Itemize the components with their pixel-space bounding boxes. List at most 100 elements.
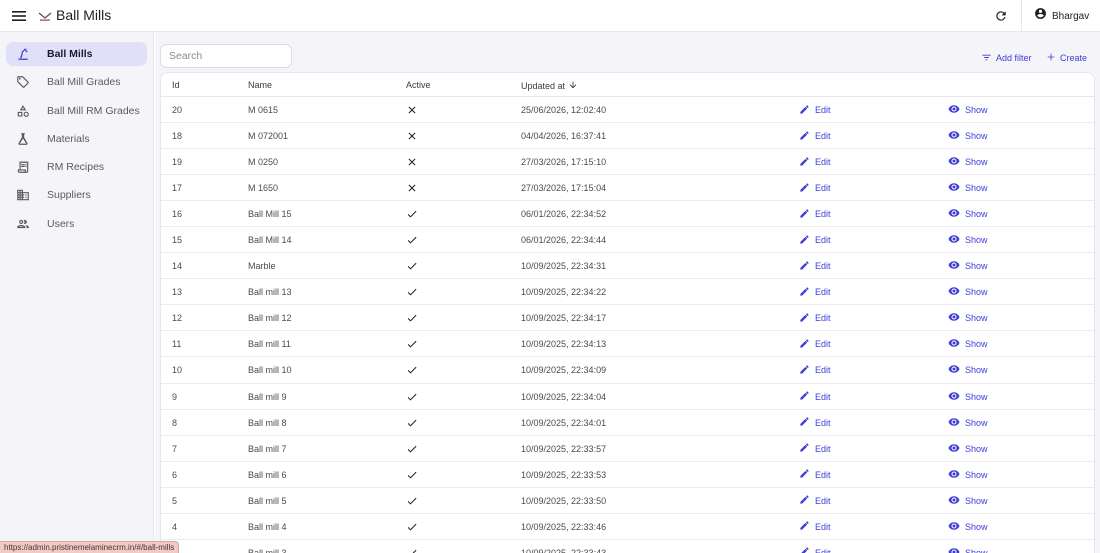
sidebar-item-users[interactable]: Users [6,212,147,236]
cell-updated-at: 10/09/2025, 22:33:57 [521,443,607,454]
column-header-updated-label: Updated at [521,81,566,91]
edit-button[interactable]: Edit [799,338,831,350]
cell-name: M 0615 [248,105,279,115]
edit-button[interactable]: Edit [799,469,831,481]
eye-icon [948,207,960,221]
show-button[interactable]: Show [948,338,988,350]
edit-button[interactable]: Edit [799,417,831,429]
column-header-updated-at[interactable]: Updated at [521,80,578,92]
refresh-icon[interactable] [992,7,1010,25]
show-button[interactable]: Show [948,260,988,272]
edit-button[interactable]: Edit [799,495,831,507]
table-row[interactable]: 20 M 0615 25/06/2026, 12:02:40 Edit Show [161,97,1094,124]
edit-button[interactable]: Edit [799,547,831,553]
column-header-id[interactable]: Id [172,80,180,90]
edit-button[interactable]: Edit [799,260,831,272]
edit-button[interactable]: Edit [799,182,831,194]
add-filter-button[interactable]: Add filter [981,51,1032,65]
sidebar-item-ball-mill-rm-grades[interactable]: Ball Mill RM Grades [6,99,147,123]
show-button[interactable]: Show [948,364,988,376]
show-button[interactable]: Show [948,130,988,142]
cell-id: 11 [172,339,182,350]
edit-button[interactable]: Edit [799,208,831,220]
sidebar-item-materials[interactable]: Materials [6,127,147,151]
cell-updated-at: 10/09/2025, 22:34:13 [521,339,607,350]
show-button[interactable]: Show [948,469,988,481]
cell-updated-at: 27/03/2026, 17:15:04 [521,183,607,194]
table-row[interactable]: 12 Ball mill 12 10/09/2025, 22:34:17 Edit Sh… [161,305,1094,332]
user-menu-button[interactable]: Bhargav [1034,6,1089,26]
pencil-icon [799,130,810,143]
show-button[interactable]: Show [948,391,988,403]
show-button[interactable]: Show [948,104,988,116]
table-row[interactable]: 8 Ball mill 8 10/09/2025, 22:34:01 Edit Show [161,410,1094,436]
pencil-icon [799,260,810,273]
edit-label: Edit [815,547,831,553]
search-input[interactable] [160,44,292,68]
cell-updated-at: 10/09/2025, 22:33:50 [521,495,607,506]
table-row[interactable]: 18 M 072001 04/04/2026, 16:37:41 Edit Show [161,123,1094,150]
active-check-icon [406,260,418,272]
table-row[interactable]: 4 Ball mill 4 10/09/2025, 22:33:46 Edit Show [161,514,1094,540]
table-row[interactable]: 5 Ball mill 5 10/09/2025, 22:33:50 Edit Show [161,488,1094,514]
show-button[interactable]: Show [948,156,988,168]
edit-button[interactable]: Edit [799,391,831,403]
edit-button[interactable]: Edit [799,364,831,376]
show-button[interactable]: Show [948,547,988,553]
menu-icon[interactable] [10,7,28,25]
cell-name: Ball Mill 14 [248,235,292,246]
table-row[interactable]: 19 M 0250 27/03/2026, 17:15:10 Edit Show [161,149,1094,176]
inactive-cross-icon [406,104,418,116]
sidebar-item-suppliers[interactable]: Suppliers [6,183,147,207]
cell-name: Ball mill 12 [248,313,292,324]
table-row[interactable]: 17 M 1650 27/03/2026, 17:15:04 Edit Show [161,175,1094,202]
table-row[interactable]: 7 Ball mill 7 10/09/2025, 22:33:57 Edit Show [161,436,1094,462]
show-label: Show [965,443,988,454]
show-button[interactable]: Show [948,182,988,194]
account-circle-icon [1034,7,1047,25]
show-button[interactable]: Show [948,208,988,220]
table-row[interactable]: 11 Ball mill 11 10/09/2025, 22:34:13 Edit Sh… [161,331,1094,358]
edit-button[interactable]: Edit [799,234,831,246]
column-header-name[interactable]: Name [248,80,272,90]
edit-label: Edit [815,261,831,272]
edit-button[interactable]: Edit [799,130,831,142]
table-row[interactable]: 14 Marble 10/09/2025, 22:34:31 Edit Show [161,253,1094,280]
create-button[interactable]: Create [1046,51,1087,65]
table-row[interactable]: 13 Ball mill 13 10/09/2025, 22:34:22 Edit Sh… [161,279,1094,306]
edit-button[interactable]: Edit [799,443,831,455]
edit-button[interactable]: Edit [799,286,831,298]
table-row[interactable]: 3Ball mill 310/09/2025, 22:33:43EditShow [161,540,1094,553]
show-button[interactable]: Show [948,495,988,507]
page-title: Ball Mills [56,7,112,23]
show-button[interactable]: Show [948,521,988,533]
column-header-active[interactable]: Active [406,80,431,90]
eye-icon [948,494,960,508]
show-button[interactable]: Show [948,286,988,298]
edit-button[interactable]: Edit [799,312,831,324]
users-icon [16,217,30,231]
edit-button[interactable]: Edit [799,521,831,533]
eye-icon [948,416,960,430]
table-row[interactable]: 15 Ball Mill 14 06/01/2026, 22:34:44 Edit Sh… [161,227,1094,254]
show-label: Show [965,417,988,428]
table-body: 20 M 0615 25/06/2026, 12:02:40 Edit Show 18 M … [161,97,1094,553]
sidebar-item-rm-recipes[interactable]: RM Recipes [6,155,147,179]
table-row[interactable]: 16 Ball Mill 15 06/01/2026, 22:34:52 Edit Sh… [161,201,1094,228]
show-button[interactable]: Show [948,312,988,324]
eye-icon [948,363,960,377]
show-button[interactable]: Show [948,443,988,455]
cell-name: Ball Mill 15 [248,209,292,220]
edit-button[interactable]: Edit [799,104,831,116]
show-button[interactable]: Show [948,417,988,429]
table-row[interactable]: 6 Ball mill 6 10/09/2025, 22:33:53 Edit Show [161,462,1094,488]
edit-button[interactable]: Edit [799,156,831,168]
show-button[interactable]: Show [948,234,988,246]
sidebar-item-ball-mills[interactable]: Ball Mills [6,42,147,66]
table-row[interactable]: 10 Ball mill 10 10/09/2025, 22:34:09 Edit Sh… [161,357,1094,384]
edit-label: Edit [815,521,831,532]
table-row[interactable]: 9 Ball mill 9 10/09/2025, 22:34:04 Edit Show [161,384,1094,410]
eye-icon [948,155,960,169]
sidebar-item-ball-mill-grades[interactable]: Ball Mill Grades [6,70,147,94]
active-check-icon [406,234,418,246]
